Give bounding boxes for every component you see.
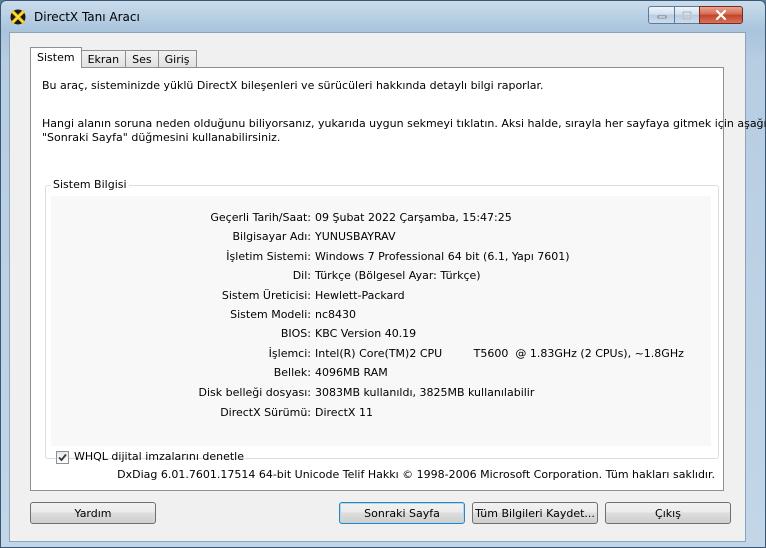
info-row-model: Sistem Modeli: nc8430: [51, 308, 711, 324]
exit-button[interactable]: Çıkış: [605, 502, 731, 524]
dxdiag-window: DirectX Tanı Aracı Sistem Ekran Ses Giri…: [0, 0, 766, 548]
info-row-memory: Bellek: 4096MB RAM: [51, 366, 711, 382]
info-row-manufacturer: Sistem Üreticisi: Hewlett-Packard: [51, 289, 711, 305]
tab-ses[interactable]: Ses: [125, 50, 159, 68]
info-row-datetime: Geçerli Tarih/Saat: 09 Şubat 2022 Çarşam…: [51, 211, 711, 227]
system-info-rows: Geçerli Tarih/Saat: 09 Şubat 2022 Çarşam…: [51, 196, 711, 446]
minimize-icon: [657, 15, 666, 19]
info-value: Türkçe (Bölgesel Ayar: Türkçe): [315, 269, 481, 282]
info-label: BIOS:: [280, 327, 311, 340]
info-label: Sistem Modeli:: [230, 308, 311, 321]
info-label: Geçerli Tarih/Saat:: [210, 211, 311, 224]
info-value: Hewlett-Packard: [315, 289, 405, 302]
intro-text-1: Bu araç, sisteminizde yüklü DirectX bile…: [42, 79, 544, 92]
system-info-group: Sistem Bilgisi Geçerli Tarih/Saat: 09 Şu…: [45, 178, 719, 464]
title-bar[interactable]: DirectX Tanı Aracı: [1, 1, 765, 33]
close-button[interactable]: [699, 6, 743, 24]
info-label: İşletim Sistemi:: [226, 250, 311, 263]
sistem-tab-panel: Bu araç, sisteminizde yüklü DirectX bile…: [30, 67, 766, 491]
info-label: İşlemci:: [268, 347, 311, 360]
info-row-page-file: Disk belleği dosyası: 3083MB kullanıldı,…: [51, 386, 711, 402]
tab-ekran[interactable]: Ekran: [80, 50, 127, 68]
save-all-info-button[interactable]: Tüm Bilgileri Kaydet...: [472, 502, 598, 524]
info-row-os: İşletim Sistemi: Windows 7 Professional …: [51, 250, 711, 266]
info-label: DirectX Sürümü:: [220, 406, 311, 419]
directx-logo-icon: [10, 9, 26, 25]
tab-strip: Sistem Ekran Ses Giriş: [30, 47, 197, 68]
info-label: Dil:: [292, 269, 311, 282]
close-icon: [715, 10, 727, 20]
tab-sistem[interactable]: Sistem: [30, 47, 82, 68]
info-row-bios: BIOS: KBC Version 40.19: [51, 327, 711, 343]
info-row-computer-name: Bilgisayar Adı: YUNUSBAYRAV: [51, 230, 711, 246]
info-value: Windows 7 Professional 64 bit (6.1, Yapı…: [315, 250, 570, 263]
maximize-button[interactable]: [674, 6, 699, 24]
info-row-processor: İşlemci: Intel(R) Core(TM)2 CPU T5600 @ …: [51, 347, 711, 363]
window-title: DirectX Tanı Aracı: [34, 10, 140, 24]
minimize-button[interactable]: [648, 6, 674, 24]
intro-text-3: "Sonraki Sayfa" düğmesini kullanabilirsi…: [42, 131, 281, 144]
info-value: 4096MB RAM: [315, 366, 388, 379]
info-label: Bellek:: [273, 366, 311, 379]
info-value: 3083MB kullanıldı, 3825MB kullanılabilir: [315, 386, 535, 399]
info-label: Disk belleği dosyası:: [198, 386, 311, 399]
info-value: Intel(R) Core(TM)2 CPU T5600 @ 1.83GHz (…: [315, 347, 684, 360]
copyright-text: DxDiag 6.01.7601.17514 64-bit Unicode Te…: [117, 468, 715, 481]
info-value: DirectX 11: [315, 406, 373, 419]
info-value: YUNUSBAYRAV: [315, 230, 396, 243]
system-info-title: Sistem Bilgisi: [51, 178, 129, 191]
next-page-button[interactable]: Sonraki Sayfa: [339, 502, 465, 524]
info-row-language: Dil: Türkçe (Bölgesel Ayar: Türkçe): [51, 269, 711, 285]
whql-checkbox-label: WHQL dijital imzalarını denetle: [74, 450, 245, 463]
info-value: nc8430: [315, 308, 357, 321]
info-label: Sistem Üreticisi:: [221, 289, 311, 302]
help-button[interactable]: Yardım: [30, 502, 156, 524]
whql-checkbox[interactable]: [56, 451, 69, 464]
client-area: Sistem Ekran Ses Giriş Bu araç, sistemin…: [9, 32, 766, 542]
maximize-icon: [682, 10, 692, 20]
info-value: KBC Version 40.19: [315, 327, 417, 340]
info-value: 09 Şubat 2022 Çarşamba, 15:47:25: [315, 211, 512, 224]
info-label: Bilgisayar Adı:: [232, 230, 311, 243]
info-row-directx-version: DirectX Sürümü: DirectX 11: [51, 406, 711, 422]
checkmark-icon: [58, 453, 67, 462]
caption-buttons: [648, 6, 743, 25]
intro-text-2: Hangi alanın soruna neden olduğunu biliy…: [42, 117, 766, 130]
tab-giris[interactable]: Giriş: [157, 50, 197, 68]
